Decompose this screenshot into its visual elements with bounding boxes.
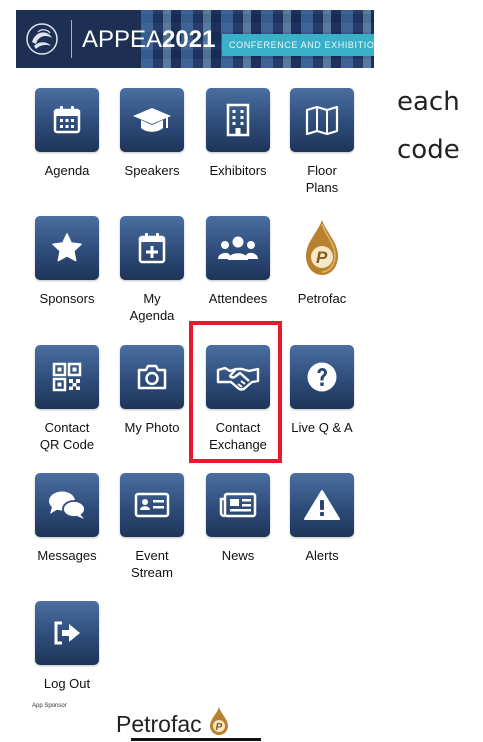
tile-exhibitors[interactable]: Exhibitors (206, 88, 270, 179)
tile-icon-box (206, 216, 270, 280)
building-icon (226, 103, 250, 137)
tile-icon-box (35, 601, 99, 665)
tile-icon-box (120, 88, 184, 152)
tile-label: Live Q & A (291, 420, 353, 435)
banner-title-prefix: APPEA (82, 26, 163, 53)
tile-label: My Photo (124, 420, 180, 435)
tile-agenda[interactable]: Agenda (35, 88, 99, 179)
banner-separator (71, 20, 72, 58)
tile-label: Messages (37, 548, 97, 563)
tile-attendees[interactable]: Attendees (206, 216, 270, 307)
tile-alerts[interactable]: Alerts (290, 473, 354, 564)
tile-live-q-and-a[interactable]: Live Q & A (290, 345, 354, 436)
map-icon (305, 105, 339, 135)
petrofac-drop-icon: P (306, 220, 338, 275)
tile-label: Sponsors (39, 291, 95, 306)
highlight-frame (189, 321, 282, 463)
tile-messages[interactable]: Messages (35, 473, 99, 564)
banner-title-year: 2021 (162, 26, 216, 53)
tile-label: News (221, 548, 255, 563)
tile-label: Agenda (44, 163, 90, 178)
chat-bubbles-icon (49, 491, 86, 519)
tile-icon-box (290, 345, 354, 409)
header-banner: CONFERENCE AND EXHIBITION APPEA2021 (16, 10, 374, 68)
app-sponsor-label: App Sponsor (32, 703, 67, 709)
tile-label: Alerts (305, 548, 339, 563)
qr-code-icon (52, 362, 82, 392)
svg-text:P: P (215, 722, 222, 733)
question-circle-icon (307, 362, 337, 392)
tile-icon-box (120, 473, 184, 537)
tile-label: Exhibitors (209, 163, 267, 178)
tile-icon-box (35, 473, 99, 537)
tile-icon-box (35, 345, 99, 409)
banner-subtitle: CONFERENCE AND EXHIBITION (229, 40, 374, 50)
id-card-icon (134, 492, 170, 518)
footer-divider (131, 738, 261, 741)
tile-my-agenda[interactable]: My Agenda (120, 216, 184, 324)
banner-title: APPEA2021 (82, 26, 215, 54)
tile-icon-box (206, 88, 270, 152)
sponsor-name: Petrofac (116, 711, 202, 737)
tile-label: Log Out (43, 676, 91, 691)
camera-icon (137, 364, 167, 390)
sponsor-logo[interactable]: Petrofac P (116, 700, 230, 740)
tile-floor-plans[interactable]: Floor Plans (290, 88, 354, 196)
tile-icon-box (35, 216, 99, 280)
tile-icon-box (120, 345, 184, 409)
tile-label: Petrofac (297, 291, 347, 306)
tile-event-stream[interactable]: Event Stream (120, 473, 184, 581)
star-icon (52, 233, 82, 262)
tile-contact-qr-code[interactable]: Contact QR Code (35, 345, 99, 453)
tile-label: Floor Plans (305, 163, 339, 195)
tile-my-photo[interactable]: My Photo (120, 345, 184, 436)
tile-log-out[interactable]: Log Out (35, 601, 99, 692)
banner-subtitle-strip: CONFERENCE AND EXHIBITION (222, 34, 374, 56)
tile-label: Event Stream (131, 548, 173, 580)
tile-icon-box (120, 216, 184, 280)
side-text-line: each (397, 87, 460, 117)
calendar-icon (53, 106, 81, 134)
svg-text:P: P (316, 248, 328, 267)
tile-label: Speakers (124, 163, 180, 178)
tile-icon-box (290, 88, 354, 152)
users-icon (218, 236, 258, 260)
appea-logo-icon (26, 23, 58, 55)
tile-icon-box (206, 473, 270, 537)
petrofac-drop-icon: P (209, 707, 228, 735)
tile-icon-box: P (290, 216, 354, 280)
tile-speakers[interactable]: Speakers (120, 88, 184, 179)
tile-icon-box (290, 473, 354, 537)
tile-label: Contact QR Code (39, 420, 95, 452)
tile-news[interactable]: News (206, 473, 270, 564)
newspaper-icon (219, 492, 257, 518)
tile-petrofac[interactable]: P Petrofac (290, 216, 354, 307)
side-text-line: code (397, 135, 460, 165)
graduation-cap-icon (133, 108, 171, 132)
tile-label: Attendees (208, 291, 268, 306)
tile-icon-box (35, 88, 99, 152)
tile-sponsors[interactable]: Sponsors (35, 216, 99, 307)
logout-icon (54, 621, 80, 645)
calendar-plus-icon (138, 233, 166, 264)
warning-icon (304, 490, 340, 520)
side-annotation: each code (397, 78, 460, 174)
tile-label: My Agenda (129, 291, 175, 323)
